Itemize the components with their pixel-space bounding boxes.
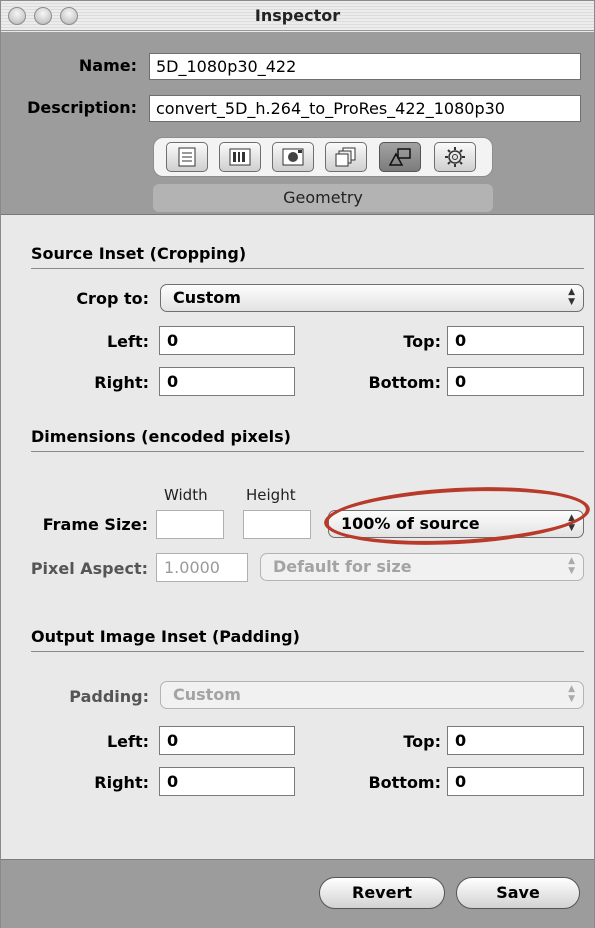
output-inset-title: Output Image Inset (Padding) bbox=[31, 627, 300, 646]
padding-popup[interactable]: Custom ▲ ▼ bbox=[160, 681, 584, 709]
save-button[interactable]: Save bbox=[456, 877, 580, 909]
description-field[interactable]: convert_5D_h.264_to_ProRes_422_1080p30 bbox=[149, 95, 581, 122]
inspector-window: Inspector Name: 5D_1080p30_422 Descripti… bbox=[0, 0, 595, 928]
width-column-header: Width bbox=[164, 486, 208, 504]
frame-controls-icon bbox=[282, 148, 304, 166]
crop-left-field[interactable]: 0 bbox=[159, 326, 295, 355]
source-inset-title: Source Inset (Cropping) bbox=[31, 244, 247, 263]
inspector-tab-bar bbox=[153, 137, 493, 177]
crop-left-label: Left: bbox=[106, 332, 149, 351]
padding-bottom-label: Bottom: bbox=[368, 773, 441, 792]
height-column-header: Height bbox=[246, 486, 296, 504]
crop-to-popup[interactable]: Custom ▲ ▼ bbox=[160, 284, 584, 312]
padding-value: Custom bbox=[173, 685, 241, 704]
tab-summary[interactable] bbox=[166, 142, 208, 172]
actions-gear-icon bbox=[445, 147, 465, 167]
frame-height-field[interactable] bbox=[243, 510, 311, 539]
frame-size-label: Frame Size: bbox=[42, 515, 148, 534]
padding-top-label: Top: bbox=[403, 732, 441, 751]
crop-right-label: Right: bbox=[94, 373, 149, 392]
summary-icon bbox=[178, 147, 196, 167]
annotation-ellipse bbox=[322, 481, 592, 551]
geometry-icon bbox=[388, 148, 411, 166]
name-field[interactable]: 5D_1080p30_422 bbox=[149, 53, 581, 80]
popup-arrows-icon: ▲ ▼ bbox=[568, 287, 575, 307]
inspector-header: Name: 5D_1080p30_422 Description: conver… bbox=[1, 32, 594, 215]
padding-bottom-field[interactable]: 0 bbox=[447, 767, 584, 796]
section-divider bbox=[31, 451, 584, 452]
pixel-aspect-preset-value: Default for size bbox=[273, 557, 412, 576]
pixel-aspect-field[interactable]: 1.0000 bbox=[156, 553, 248, 582]
filters-icon bbox=[335, 147, 356, 167]
active-tab-label: Geometry bbox=[153, 184, 493, 212]
inspector-footer: Revert Save bbox=[1, 859, 594, 928]
tab-geometry[interactable] bbox=[379, 142, 421, 172]
padding-left-field[interactable]: 0 bbox=[159, 726, 295, 755]
crop-bottom-label: Bottom: bbox=[368, 373, 441, 392]
crop-bottom-field[interactable]: 0 bbox=[447, 367, 584, 396]
pixel-aspect-popup[interactable]: Default for size ▲ ▼ bbox=[260, 553, 584, 581]
crop-top-label: Top: bbox=[403, 332, 441, 351]
tab-frame-controls[interactable] bbox=[272, 142, 314, 172]
tab-filters[interactable] bbox=[325, 142, 367, 172]
tab-encoder[interactable] bbox=[219, 142, 261, 172]
popup-arrows-icon: ▲ ▼ bbox=[568, 684, 575, 704]
title-bar[interactable]: Inspector bbox=[1, 1, 594, 31]
padding-right-field[interactable]: 0 bbox=[159, 767, 295, 796]
padding-right-label: Right: bbox=[94, 773, 149, 792]
crop-to-value: Custom bbox=[173, 288, 241, 307]
crop-top-field[interactable]: 0 bbox=[447, 326, 584, 355]
tab-actions[interactable] bbox=[434, 142, 476, 172]
section-divider bbox=[31, 268, 584, 269]
revert-button[interactable]: Revert bbox=[319, 877, 445, 909]
padding-label: Padding: bbox=[69, 687, 149, 706]
dimensions-title: Dimensions (encoded pixels) bbox=[31, 427, 291, 446]
encoder-icon bbox=[229, 148, 251, 166]
crop-right-field[interactable]: 0 bbox=[159, 367, 295, 396]
section-divider bbox=[31, 651, 584, 652]
description-label: Description: bbox=[27, 98, 137, 117]
pixel-aspect-label: Pixel Aspect: bbox=[30, 559, 148, 578]
padding-top-field[interactable]: 0 bbox=[447, 726, 584, 755]
padding-left-label: Left: bbox=[106, 732, 149, 751]
window-title: Inspector bbox=[254, 6, 341, 25]
frame-width-field[interactable] bbox=[156, 510, 224, 539]
name-label: Name: bbox=[78, 56, 137, 75]
crop-to-label: Crop to: bbox=[76, 289, 149, 308]
popup-arrows-icon: ▲ ▼ bbox=[568, 556, 575, 576]
